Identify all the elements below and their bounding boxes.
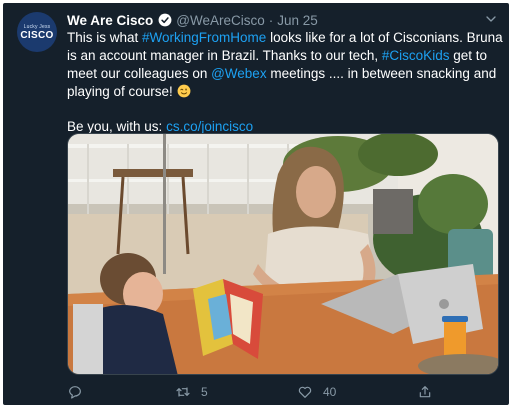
- share-action[interactable]: [417, 384, 433, 400]
- verified-badge-icon: [158, 13, 172, 27]
- heart-icon[interactable]: [297, 384, 313, 400]
- tweet-line-3: meet our colleagues on @Webex meetings .…: [67, 65, 499, 83]
- reply-icon[interactable]: [67, 384, 83, 400]
- cisco-avatar[interactable]: Lucky Jess CISCO: [17, 12, 57, 52]
- text-segment: This is what: [67, 30, 143, 45]
- hashtag-cisco-kids[interactable]: #CiscoKids: [382, 48, 450, 63]
- mention-webex[interactable]: @Webex: [211, 66, 266, 81]
- tweet-media-photo[interactable]: [67, 133, 499, 375]
- like-count: 40: [323, 385, 337, 399]
- text-segment: looks like for a lot of Cisconians. Brun…: [266, 30, 503, 45]
- avatar-logo-text: CISCO: [20, 29, 54, 41]
- text-segment: playing of course!: [67, 84, 177, 99]
- photo-woman-and-child-at-table: [68, 134, 498, 374]
- tweet-header: We Are Cisco @WeAreCisco · Jun 25: [67, 11, 318, 29]
- retweet-count: 5: [201, 385, 208, 399]
- chevron-down-icon[interactable]: [483, 11, 499, 27]
- retweet-action[interactable]: 5: [175, 384, 297, 400]
- header-separator: ·: [268, 12, 274, 28]
- reply-action[interactable]: [67, 384, 175, 400]
- tweet-card[interactable]: Lucky Jess CISCO We Are Cisco @WeAreCisc…: [3, 3, 509, 405]
- join-cisco-link[interactable]: cs.co/joincisco: [166, 119, 253, 134]
- tweet-actions: 5 40: [67, 381, 499, 403]
- text-segment: is an account manager in Brazil. Thanks …: [67, 48, 382, 63]
- share-icon[interactable]: [417, 384, 433, 400]
- display-name[interactable]: We Are Cisco: [67, 13, 153, 28]
- tweet-date[interactable]: Jun 25: [277, 13, 318, 28]
- retweet-icon[interactable]: [175, 384, 191, 400]
- winking-face-emoji-icon: [177, 84, 190, 98]
- text-segment: Be you, with us:: [67, 119, 167, 134]
- text-segment: get to: [449, 48, 487, 63]
- tweet-text: This is what #WorkingFromHome looks like…: [67, 29, 503, 136]
- like-action[interactable]: 40: [297, 384, 417, 400]
- tweet-line-2: is an account manager in Brazil. Thanks …: [67, 47, 499, 65]
- tweet-line-1: This is what #WorkingFromHome looks like…: [67, 29, 503, 47]
- user-handle[interactable]: @WeAreCisco: [176, 13, 264, 28]
- text-segment: meetings .... in between snacking and: [266, 66, 497, 81]
- text-segment: meet our colleagues on: [67, 66, 212, 81]
- hashtag-working-from-home[interactable]: #WorkingFromHome: [142, 30, 266, 45]
- tweet-line-4: playing of course!: [67, 83, 499, 101]
